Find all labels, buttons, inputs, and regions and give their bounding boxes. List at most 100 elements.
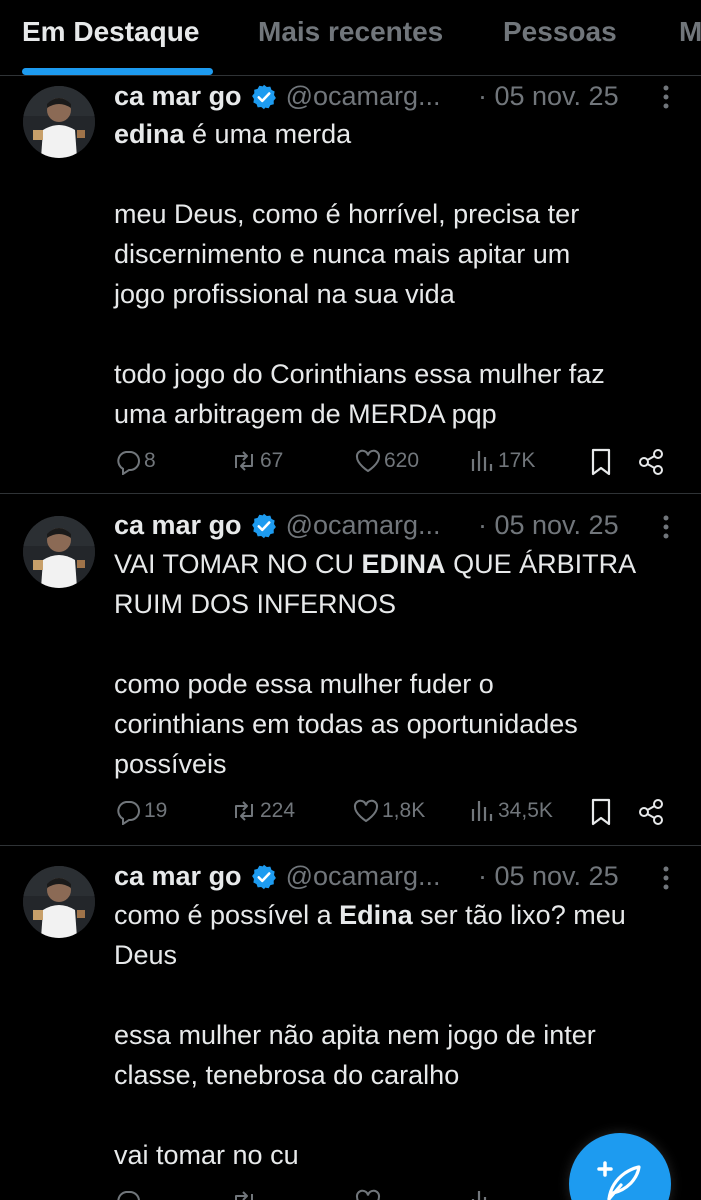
reply-icon xyxy=(117,451,140,475)
tab-mais-recentes[interactable]: Mais recentes xyxy=(258,16,443,48)
author-handle[interactable]: @ocamarg... xyxy=(286,81,441,112)
tab-pessoas[interactable]: Pessoas xyxy=(503,16,617,48)
like-count: 620 xyxy=(384,449,420,472)
retweet-icon xyxy=(235,1191,253,1200)
more-options-icon[interactable] xyxy=(658,513,674,541)
tweet-text-line: possíveis xyxy=(114,744,689,784)
tweet-text-segment: como é possível a xyxy=(114,900,340,930)
like-button[interactable]: 1,8K xyxy=(352,797,425,825)
like-icon xyxy=(353,799,379,823)
author-handle[interactable]: @ocamarg... xyxy=(286,510,441,541)
views-icon xyxy=(471,451,493,471)
tweet-text-line: corinthians em todas as oportunidades xyxy=(114,704,689,744)
author-handle[interactable]: @ocamarg... xyxy=(286,861,441,892)
views-count: 17K xyxy=(498,449,536,472)
tweet-text: como é possível a Edina ser tão lixo? me… xyxy=(114,895,689,1175)
tweet-text-segment: possíveis xyxy=(114,749,227,779)
tweet-text-segment: RUIM DOS INFERNOS xyxy=(114,589,397,619)
views-icon xyxy=(471,801,493,821)
verified-badge-icon xyxy=(251,84,276,109)
tweet-text-segment: corinthians em todas as oportunidades xyxy=(114,709,578,739)
tweet-text-blank-line xyxy=(114,154,689,194)
retweet-icon xyxy=(235,451,253,471)
more-options-icon[interactable] xyxy=(658,83,674,111)
tab-em-destaque[interactable]: Em Destaque xyxy=(22,16,199,48)
tweet-actions: 19 224 1,8K 34,5K xyxy=(114,797,674,827)
retweet-count: 67 xyxy=(260,449,284,472)
tweet-text-segment: ser tão lixo? meu xyxy=(412,900,626,930)
tweet-text-line: RUIM DOS INFERNOS xyxy=(114,584,689,624)
tab-midia[interactable]: M xyxy=(679,16,701,48)
reply-button[interactable]: 8 xyxy=(114,447,156,475)
author-name[interactable]: ca mar go xyxy=(114,510,242,541)
highlighted-term: EDINA xyxy=(361,549,446,579)
tweet-text-segment: essa mulher não apita nem jogo de inter xyxy=(114,1020,596,1050)
avatar[interactable] xyxy=(23,86,95,158)
tweet-text-line: essa mulher não apita nem jogo de inter xyxy=(114,1015,689,1055)
views-button[interactable] xyxy=(468,1187,498,1200)
views-icon xyxy=(471,1191,487,1200)
tweet-text-blank-line xyxy=(114,1095,689,1135)
highlighted-term: edina xyxy=(114,119,185,149)
verified-badge-icon xyxy=(251,864,276,889)
tweet-text-blank-line xyxy=(114,314,689,354)
retweet-button[interactable]: 67 xyxy=(230,447,283,475)
tweet[interactable]: ca mar go @ocamarg... · 05 nov. 25 VAI T… xyxy=(0,495,701,846)
tweet[interactable]: ca mar go @ocamarg... · 05 nov. 25 edina… xyxy=(0,77,701,494)
avatar[interactable] xyxy=(23,866,95,938)
tweet-text-segment: vai tomar no cu xyxy=(114,1140,299,1170)
avatar[interactable] xyxy=(23,516,95,588)
views-button[interactable]: 34,5K xyxy=(468,797,553,825)
share-icon[interactable] xyxy=(636,447,666,477)
verified-badge-icon xyxy=(251,513,276,538)
retweet-icon xyxy=(235,801,253,821)
tweet-text-segment: é uma merda xyxy=(184,119,352,149)
reply-button[interactable]: 19 xyxy=(114,797,167,825)
search-tabs: Em Destaque Mais recentes Pessoas M xyxy=(0,0,701,76)
tweet-text-segment: discernimento e nunca mais apitar um xyxy=(114,239,571,269)
tweet-text-line: Deus xyxy=(114,935,689,975)
reply-count: 8 xyxy=(144,449,156,472)
tweet-text-line: discernimento e nunca mais apitar um xyxy=(114,234,689,274)
tweet-date[interactable]: · 05 nov. 25 xyxy=(478,510,619,541)
author-name[interactable]: ca mar go xyxy=(114,81,242,112)
tweet-text-line: meu Deus, como é horrível, precisa ter xyxy=(114,194,689,234)
tweet-text-blank-line xyxy=(114,624,689,664)
reply-count: 19 xyxy=(144,799,168,822)
like-count: 1,8K xyxy=(382,799,426,822)
tweet-date[interactable]: · 05 nov. 25 xyxy=(478,861,619,892)
tweet-date[interactable]: · 05 nov. 25 xyxy=(478,81,619,112)
reply-button[interactable] xyxy=(114,1187,144,1200)
views-button[interactable]: 17K xyxy=(468,447,535,475)
author-name[interactable]: ca mar go xyxy=(114,861,242,892)
retweet-count: 224 xyxy=(260,799,296,822)
active-tab-indicator xyxy=(22,68,213,75)
tweet-text-line: como pode essa mulher fuder o xyxy=(114,664,689,704)
more-options-icon[interactable] xyxy=(658,864,674,892)
like-button[interactable]: 620 xyxy=(354,447,419,475)
tweet-text-segment: meu Deus, como é horrível, precisa ter xyxy=(114,199,580,229)
retweet-button[interactable] xyxy=(230,1187,260,1200)
bookmark-icon[interactable] xyxy=(587,447,615,477)
tweet-text-line: edina é uma merda xyxy=(114,114,689,154)
tweet-text-segment: uma arbitragem de MERDA pqp xyxy=(114,399,497,429)
tweet-header: ca mar go @ocamarg... xyxy=(114,510,441,541)
like-icon xyxy=(355,449,381,473)
tweet-text-line: como é possível a Edina ser tão lixo? me… xyxy=(114,895,689,935)
tweet-text-line: todo jogo do Corinthians essa mulher faz xyxy=(114,354,689,394)
bookmark-icon[interactable] xyxy=(587,797,615,827)
views-count: 34,5K xyxy=(498,799,553,822)
tweet-text-blank-line xyxy=(114,975,689,1015)
tweet-actions: 8 67 620 17K xyxy=(114,447,674,477)
tweet-text-segment: VAI TOMAR NO CU xyxy=(114,549,362,579)
retweet-button[interactable]: 224 xyxy=(230,797,295,825)
tweet-text: VAI TOMAR NO CU EDINA QUE ÁRBITRA RUIM DO… xyxy=(114,544,689,784)
share-icon[interactable] xyxy=(636,797,666,827)
tweet-text-segment: como pode essa mulher fuder o xyxy=(114,669,494,699)
reply-icon xyxy=(117,801,140,825)
like-icon xyxy=(355,1189,381,1200)
tweet-header: ca mar go @ocamarg... xyxy=(114,81,441,112)
highlighted-term: Edina xyxy=(339,900,413,930)
tweet-text-line: jogo profissional na sua vida xyxy=(114,274,689,314)
like-button[interactable] xyxy=(354,1187,384,1200)
